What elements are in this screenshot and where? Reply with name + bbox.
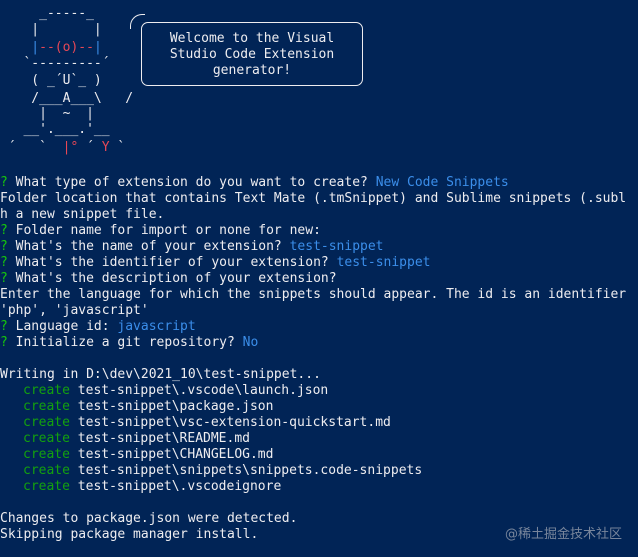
robot-line-head-top: | |: [0, 22, 102, 37]
writing-line: Writing in D:\dev\2021_10\test-snippet..…: [0, 367, 321, 382]
speech-bubble-line: Studio Code Extension: [169, 47, 335, 62]
prompt-git-repository: ? Initialize a git repository? No: [0, 335, 259, 350]
yeoman-ascii-art: _-----_ | | |--(o)--| `---------´ ( _´U`…: [0, 0, 420, 168]
speech-bubble-line: generator!: [212, 63, 292, 78]
terminal-window[interactable]: _-----_ | | |--(o)--| `---------´ ( _´U`…: [0, 0, 638, 557]
created-file-row: create test-snippet\snippets\snippets.co…: [23, 463, 423, 478]
robot-line-base: __'.___.'__: [0, 122, 110, 137]
robot-line-body: /___A___\ /: [0, 91, 134, 106]
robot-line-hat: _-----_: [0, 6, 94, 21]
robot-line-chin: `---------´: [0, 56, 110, 71]
robot-line-feet: ´ ` |° ´ Y `: [0, 140, 126, 155]
output-line: Enter the language for which the snippet…: [0, 287, 627, 302]
terminal-output: ? What type of extension do you want to …: [0, 175, 638, 543]
prompt-extension-identifier: ? What's the identifier of your extensio…: [0, 255, 431, 270]
robot-line-face: ( _´U`_ ): [0, 73, 102, 88]
output-line: h a new snippet file.: [0, 207, 165, 222]
prompt-folder-name: ? Folder name for import or none for new…: [0, 223, 321, 238]
created-file-row: create test-snippet\CHANGELOG.md: [23, 447, 274, 462]
created-file-row: create test-snippet\README.md: [23, 431, 250, 446]
prompt-extension-name: ? What's the name of your extension? tes…: [0, 239, 384, 254]
speech-bubble-text: Welcome to the Visual Studio Code Extens…: [141, 31, 363, 79]
watermark: @稀土掘金技术社区: [504, 527, 622, 542]
robot-line-legs: | ~ |: [0, 106, 94, 121]
prompt-language-id: ? Language id: javascript: [0, 319, 196, 334]
speech-bubble-line: Welcome to the Visual: [169, 31, 335, 46]
created-file-row: create test-snippet\.vscodeignore: [23, 479, 282, 494]
output-line: Folder location that contains Text Mate …: [0, 191, 627, 206]
prompt-extension-type: ? What type of extension do you want to …: [0, 175, 509, 190]
output-line: 'php', 'javascript': [0, 303, 149, 318]
created-file-row: create test-snippet\.vscode\launch.json: [23, 383, 329, 398]
created-file-row: create test-snippet\vsc-extension-quicks…: [23, 415, 391, 430]
prompt-extension-description: ? What's the description of your extensi…: [0, 271, 337, 286]
created-file-row: create test-snippet\package.json: [23, 399, 274, 414]
robot-line-eyes: |--(o)--|: [0, 40, 102, 55]
